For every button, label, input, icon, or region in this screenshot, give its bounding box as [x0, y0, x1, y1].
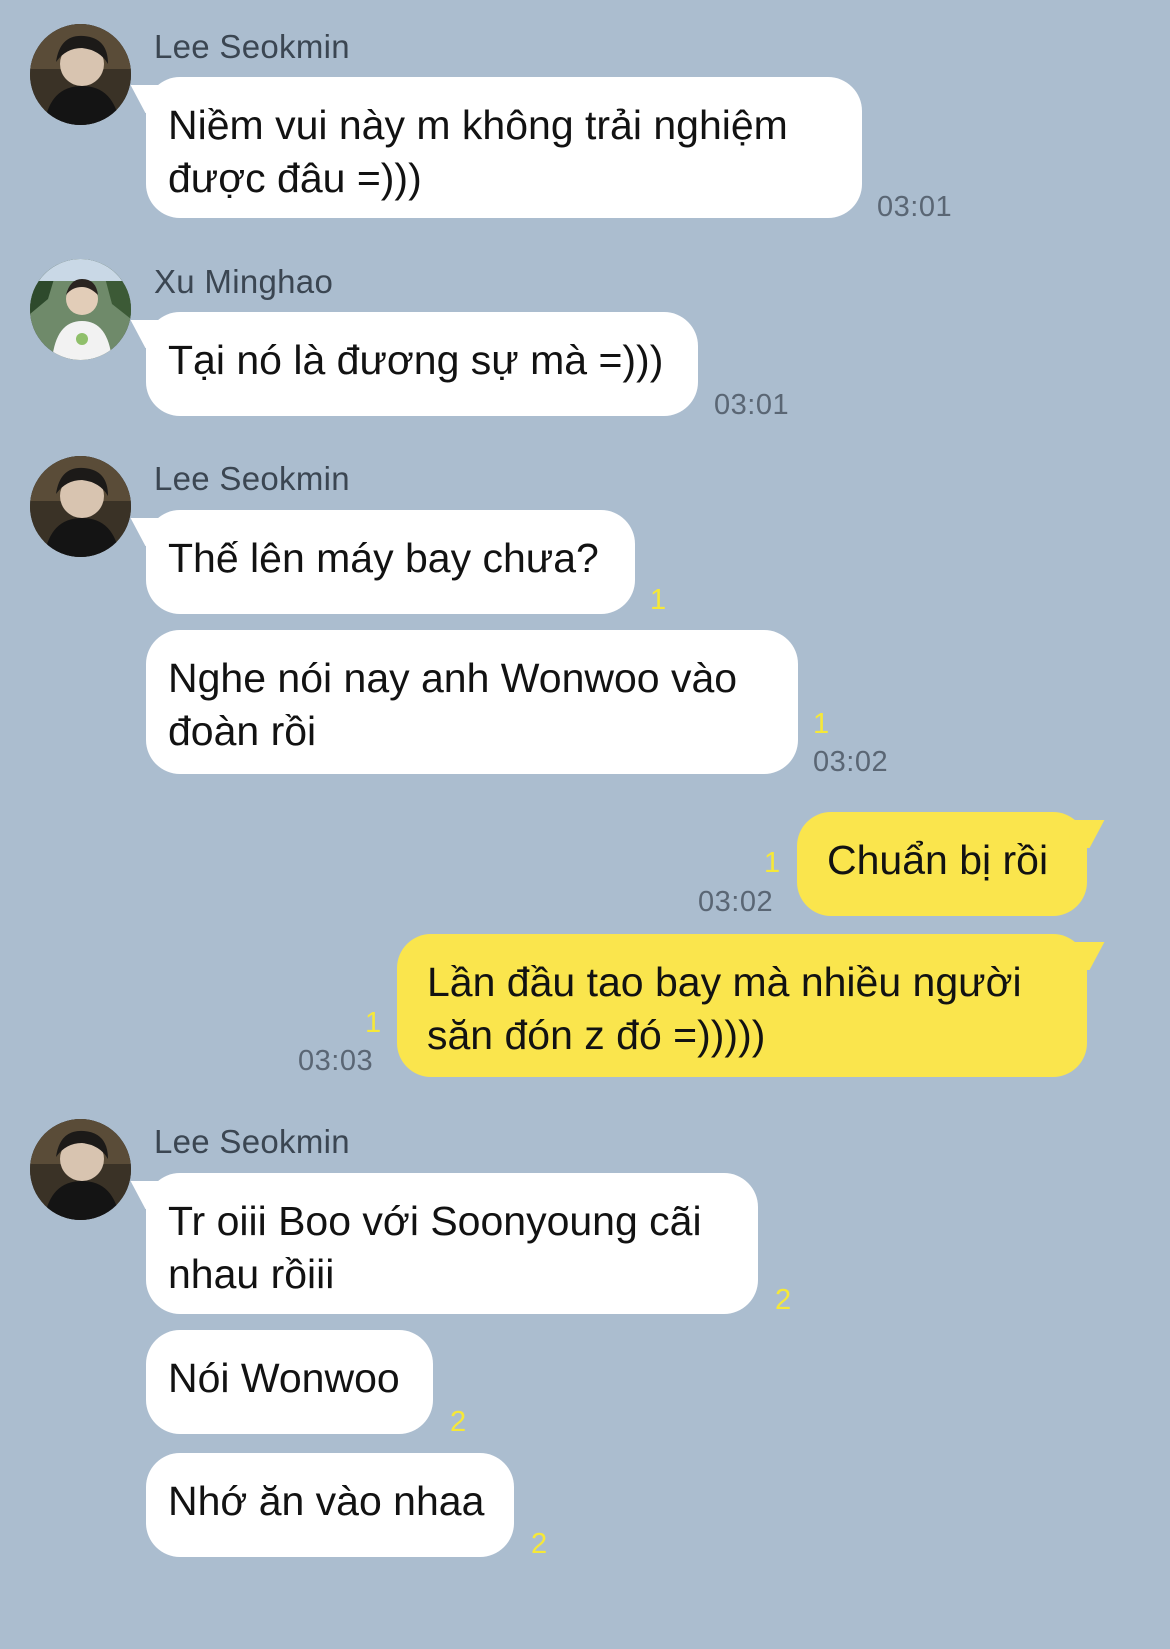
read-count: 1 — [764, 847, 781, 879]
message-bubble[interactable]: Chuẩn bị rồi — [797, 812, 1087, 916]
avatar-xu-minghao[interactable] — [30, 259, 131, 360]
avatar-lee-seokmin[interactable] — [30, 456, 131, 557]
sender-name: Lee Seokmin — [154, 1123, 350, 1160]
sender-name: Lee Seokmin — [154, 28, 350, 65]
message-bubble[interactable]: Tại nó là đương sự mà =))) — [146, 312, 698, 416]
read-count: 1 — [813, 708, 830, 740]
message-time: 03:01 — [714, 389, 790, 421]
message-time: 03:02 — [813, 746, 889, 778]
message-bubble[interactable]: Thế lên máy bay chưa? — [146, 510, 635, 614]
message-bubble[interactable]: Nhớ ăn vào nhaa — [146, 1453, 514, 1557]
read-count: 1 — [365, 1007, 382, 1039]
message-time: 03:03 — [298, 1045, 374, 1077]
read-count: 2 — [775, 1284, 792, 1316]
avatar-lee-seokmin[interactable] — [30, 1119, 131, 1220]
message-bubble[interactable]: Niềm vui này m không trải nghiệm được đâ… — [146, 77, 862, 218]
message-time: 03:01 — [877, 191, 953, 223]
sender-name: Xu Minghao — [154, 263, 334, 300]
read-count: 2 — [450, 1406, 467, 1438]
message-bubble[interactable]: Nói Wonwoo — [146, 1330, 433, 1434]
message-bubble[interactable]: Lần đầu tao bay mà nhiều người săn đón z… — [397, 934, 1087, 1077]
sender-name: Lee Seokmin — [154, 460, 350, 497]
read-count: 2 — [531, 1528, 548, 1560]
avatar-lee-seokmin[interactable] — [30, 24, 131, 125]
message-bubble[interactable]: Nghe nói nay anh Wonwoo vào đoàn rồi — [146, 630, 798, 774]
message-bubble[interactable]: Tr oiii Boo với Soonyoung cãi nhau rồiii — [146, 1173, 758, 1314]
read-count: 1 — [650, 584, 667, 616]
message-time: 03:02 — [698, 886, 774, 918]
